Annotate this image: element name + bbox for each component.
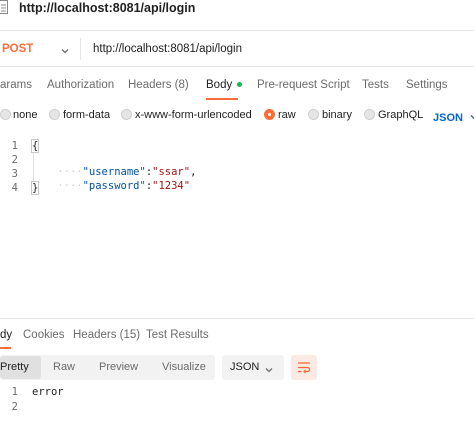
response-tab-test-results[interactable]: Test Results [146, 329, 209, 341]
radio-none[interactable] [0, 109, 11, 120]
request-title: http://localhost:8081/api/login [19, 1, 196, 15]
view-pretty-button[interactable]: Pretty [0, 356, 41, 379]
code-line-password: ····"password":"1234" [57, 180, 191, 192]
response-text: error [32, 386, 64, 398]
tab-params[interactable]: arams [0, 79, 32, 91]
method-label: POST [2, 43, 34, 55]
chevron-down-icon [469, 109, 474, 127]
view-preview-button[interactable]: Preview [99, 361, 138, 373]
radio-graphql[interactable] [364, 109, 375, 120]
option-none-label[interactable]: none [13, 109, 37, 121]
line-number: 1 [11, 140, 18, 152]
tab-headers-label: Headers (8) [128, 79, 189, 91]
response-line-number: 2 [11, 401, 18, 413]
url-divider [0, 66, 474, 67]
line-number: 2 [11, 154, 18, 166]
code-value-password: "1234" [152, 180, 191, 192]
line-number: 3 [11, 168, 18, 180]
wrap-lines-button[interactable] [291, 355, 317, 380]
tab-authorization[interactable]: Authorization [47, 79, 114, 91]
response-tab-headers[interactable]: Headers (15) [73, 329, 140, 341]
response-line-number: 1 [11, 386, 18, 398]
format-select[interactable]: JSON [433, 108, 474, 124]
chevron-down-icon [60, 43, 70, 61]
option-binary-label[interactable]: binary [322, 109, 352, 121]
radio-urlencoded[interactable] [121, 109, 132, 120]
radio-raw[interactable] [264, 109, 275, 120]
response-tab-cookies[interactable]: Cookies [23, 329, 65, 341]
option-form-data-label[interactable]: form-data [63, 109, 110, 121]
method-select[interactable]: POST [0, 36, 78, 62]
tab-settings[interactable]: Settings [406, 79, 448, 91]
tab-headers[interactable]: Headers (8) [128, 79, 189, 91]
tab-prerequest[interactable]: Pre-request Script [257, 79, 350, 91]
radio-binary[interactable] [308, 109, 319, 120]
tab-body[interactable]: Body [206, 79, 243, 91]
response-format-select[interactable]: JSON [222, 355, 284, 380]
radio-form-data[interactable] [49, 109, 60, 120]
code-open-brace: { [30, 139, 40, 153]
option-urlencoded-label[interactable]: x-www-form-urlencoded [135, 109, 252, 121]
code-key-password: "password" [82, 180, 146, 192]
tab-body-label: Body [206, 79, 233, 91]
tab-body-underline [206, 98, 238, 100]
response-format-label: JSON [230, 361, 260, 373]
chevron-down-icon [264, 362, 274, 380]
response-divider[interactable] [0, 318, 474, 319]
method-divider [80, 38, 81, 60]
tab-tests[interactable]: Tests [362, 79, 389, 91]
option-raw-label[interactable]: raw [278, 109, 296, 121]
option-graphql-label[interactable]: GraphQL [378, 109, 423, 121]
response-tab-body-underline [0, 347, 11, 349]
line-number: 4 [11, 182, 18, 194]
request-body-editor[interactable]: 1 2 3 4 { ····"username":"ssar", ····"pa… [0, 134, 474, 304]
response-body-viewer[interactable]: 1 2 error [0, 380, 474, 440]
view-visualize-button[interactable]: Visualize [162, 361, 206, 373]
title-divider [0, 30, 474, 31]
view-raw-button[interactable]: Raw [53, 361, 75, 373]
wrap-lines-icon [297, 361, 311, 379]
code-comma: , [190, 166, 197, 178]
body-active-dot [237, 82, 243, 88]
url-input[interactable]: http://localhost:8081/api/login [93, 43, 242, 55]
response-tab-body[interactable]: dy [0, 329, 12, 341]
request-icon [0, 0, 8, 14]
view-pretty-label: Pretty [0, 361, 29, 373]
code-close-brace: } [30, 181, 40, 195]
format-select-label: JSON [433, 112, 463, 124]
